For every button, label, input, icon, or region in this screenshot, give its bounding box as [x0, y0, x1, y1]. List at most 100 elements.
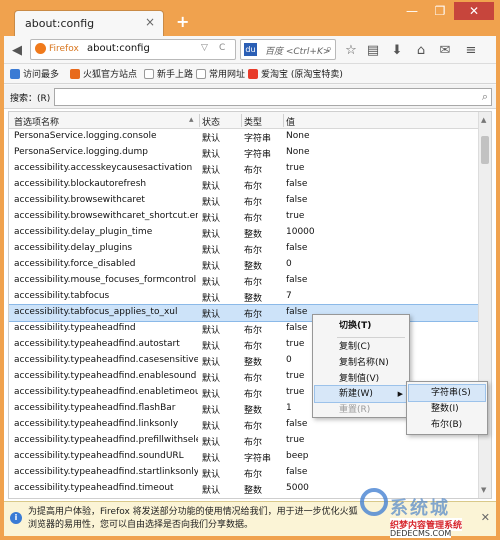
baidu-engine-icon[interactable]: du [244, 43, 257, 56]
new-tab-button[interactable]: + [176, 12, 189, 31]
navigation-toolbar: ◀ Firefox about:config ▽ C du 百度 <Ctrl+K… [4, 36, 496, 64]
column-value-header[interactable]: 值 [286, 115, 295, 128]
site-watermark: 系统城 织梦内容管理系统 DEDECMS.COM [350, 470, 500, 540]
pref-type-cell: 字符串 [244, 150, 272, 160]
table-row[interactable]: accessibility.tabfocus 默认 整数 7 [9, 289, 479, 305]
chat-icon[interactable]: ✉ [436, 41, 454, 59]
scrollbar-thumb[interactable] [481, 136, 489, 164]
table-row[interactable]: accessibility.delay_plugins 默认 布尔 false [9, 241, 479, 257]
column-divider[interactable] [283, 114, 284, 127]
pref-status-cell: 默认 [202, 470, 221, 480]
pref-status-cell: 默认 [202, 438, 221, 448]
pref-name-cell: accessibility.typeaheadfind.casesensitiv… [14, 355, 198, 365]
tab-about-config[interactable]: about:config × [14, 10, 164, 36]
pref-name-cell: accessibility.tabfocus_applies_to_xul [14, 307, 178, 317]
bookmark-firefox-site[interactable]: 火狐官方站点 [70, 67, 137, 80]
table-row[interactable]: PersonaService.logging.dump 默认 字符串 None [9, 145, 479, 161]
column-status-header[interactable]: 状态 [202, 115, 220, 128]
tab-close-icon[interactable]: × [145, 15, 155, 29]
menu-separator [337, 337, 405, 338]
browser-client: ◀ Firefox about:config ▽ C du 百度 <Ctrl+K… [4, 36, 496, 536]
table-row[interactable]: accessibility.browsewithcaret 默认 布尔 false [9, 193, 479, 209]
identity-badge[interactable]: Firefox [35, 43, 79, 54]
table-row[interactable]: accessibility.blockautorefresh 默认 布尔 false [9, 177, 479, 193]
submenu-item-string[interactable]: 字符串(S) [408, 384, 486, 402]
bookmark-ai-taobao[interactable]: 爱淘宝 (原淘宝特卖) [248, 67, 343, 80]
pref-name-cell: accessibility.force_disabled [14, 259, 136, 269]
pref-status-cell: 默认 [202, 326, 221, 336]
url-bar[interactable]: Firefox about:config ▽ C [30, 39, 236, 60]
table-row[interactable]: accessibility.browsewithcaret_shortcut.e… [9, 209, 479, 225]
home-icon[interactable]: ⌂ [412, 41, 430, 59]
pref-type-cell: 整数 [244, 262, 263, 272]
pref-type-cell: 布尔 [244, 390, 263, 400]
pref-type-cell: 布尔 [244, 342, 263, 352]
table-row[interactable]: accessibility.force_disabled 默认 整数 0 [9, 257, 479, 273]
pref-status-cell: 默认 [202, 262, 221, 272]
config-search-input[interactable]: ⌕ [54, 88, 492, 106]
pref-type-cell: 布尔 [244, 374, 263, 384]
restore-button[interactable]: ❐ [426, 2, 454, 20]
menu-item-new[interactable]: 新建(W) ▶ [314, 385, 408, 403]
pref-type-cell: 布尔 [244, 166, 263, 176]
table-row[interactable]: accessibility.delay_plugin_time 默认 整数 10000 [9, 225, 479, 241]
scroll-up-icon[interactable]: ▲ [481, 116, 486, 124]
pref-status-cell: 默认 [202, 246, 221, 256]
pref-status-cell: 默认 [202, 486, 221, 496]
sort-arrow-icon: ▴ [189, 115, 194, 125]
pref-status-cell: 默认 [202, 134, 221, 144]
reload-icon[interactable]: C [219, 43, 225, 53]
close-window-button[interactable]: ✕ [454, 2, 494, 20]
table-row[interactable]: PersonaService.logging.console 默认 字符串 None [9, 129, 479, 145]
column-type-header[interactable]: 类型 [244, 115, 262, 128]
pref-name-cell: accessibility.typeaheadfind.autostart [14, 339, 180, 349]
menu-item-new-label: 新建(W) [339, 389, 373, 399]
pref-status-cell: 默认 [202, 182, 221, 192]
column-name-header[interactable]: 首选项名称 [14, 115, 59, 128]
pref-type-cell: 布尔 [244, 214, 263, 224]
pref-name-cell: accessibility.typeaheadfind.enablesound [14, 371, 197, 381]
submenu-arrow-icon: ▶ [397, 390, 403, 398]
page-icon [144, 68, 154, 79]
bookmarks-menu-icon[interactable]: ▤ [364, 41, 382, 59]
pref-name-cell: accessibility.typeaheadfind.startlinkson… [14, 467, 198, 477]
search-bar[interactable]: du 百度 <Ctrl+K> ⌕ [240, 39, 336, 60]
bookmark-common-sites[interactable]: 常用网址 [196, 67, 245, 80]
bookmark-getting-started[interactable]: 新手上路 [144, 67, 193, 80]
vertical-scrollbar[interactable]: ▲ ▼ [478, 112, 491, 498]
downloads-icon[interactable]: ⬇ [388, 41, 406, 59]
pref-name-cell: accessibility.browsewithcaret [14, 195, 145, 205]
url-dropdown-icon[interactable]: ▽ [201, 43, 208, 53]
menu-item-copy-value[interactable]: 复制值(V) [315, 371, 407, 387]
column-divider[interactable] [199, 114, 200, 127]
url-text[interactable]: about:config [87, 43, 150, 54]
back-arrow-icon[interactable]: ◀ [8, 41, 26, 59]
bookmark-most-visited[interactable]: 访问最多 [10, 67, 59, 80]
pref-name-cell: accessibility.typeaheadfind.timeout [14, 483, 174, 493]
pref-value-cell: 0 [286, 259, 292, 269]
submenu-item-integer[interactable]: 整数(I) [409, 401, 485, 417]
table-row[interactable]: accessibility.typeaheadfind.prefillwiths… [9, 433, 479, 449]
pref-name-cell: accessibility.typeaheadfind.prefillwiths… [14, 435, 198, 445]
search-label: 搜索：(R) [10, 94, 51, 104]
menu-item-copy-name[interactable]: 复制名称(N) [315, 355, 407, 371]
browser-window: about:config × + — ❐ ✕ ◀ Firefox about:c… [0, 0, 500, 540]
menu-icon[interactable]: ≡ [462, 41, 480, 59]
pref-status-cell: 默认 [202, 406, 221, 416]
search-placeholder: 百度 <Ctrl+K> [265, 47, 331, 57]
pref-name-cell: PersonaService.logging.dump [14, 147, 148, 157]
menu-item-toggle[interactable]: 切换(T) [315, 318, 407, 334]
pref-type-cell: 布尔 [244, 246, 263, 256]
menu-item-copy[interactable]: 复制(C) [315, 339, 407, 355]
minimize-button[interactable]: — [398, 2, 426, 20]
table-row[interactable]: accessibility.mouse_focuses_formcontrol 默… [9, 273, 479, 289]
column-divider[interactable] [241, 114, 242, 127]
bookmark-star-icon[interactable]: ☆ [342, 41, 360, 59]
title-bar: about:config × + — ❐ ✕ [0, 0, 500, 36]
pref-value-cell: false [286, 275, 308, 285]
table-row[interactable]: accessibility.accesskeycausesactivation 默… [9, 161, 479, 177]
submenu-item-boolean[interactable]: 布尔(B) [409, 417, 485, 433]
table-row[interactable]: accessibility.typeaheadfind.soundURL 默认 字符… [9, 449, 479, 465]
search-go-icon[interactable]: ⌕ [326, 42, 332, 56]
pref-type-cell: 布尔 [244, 310, 263, 320]
